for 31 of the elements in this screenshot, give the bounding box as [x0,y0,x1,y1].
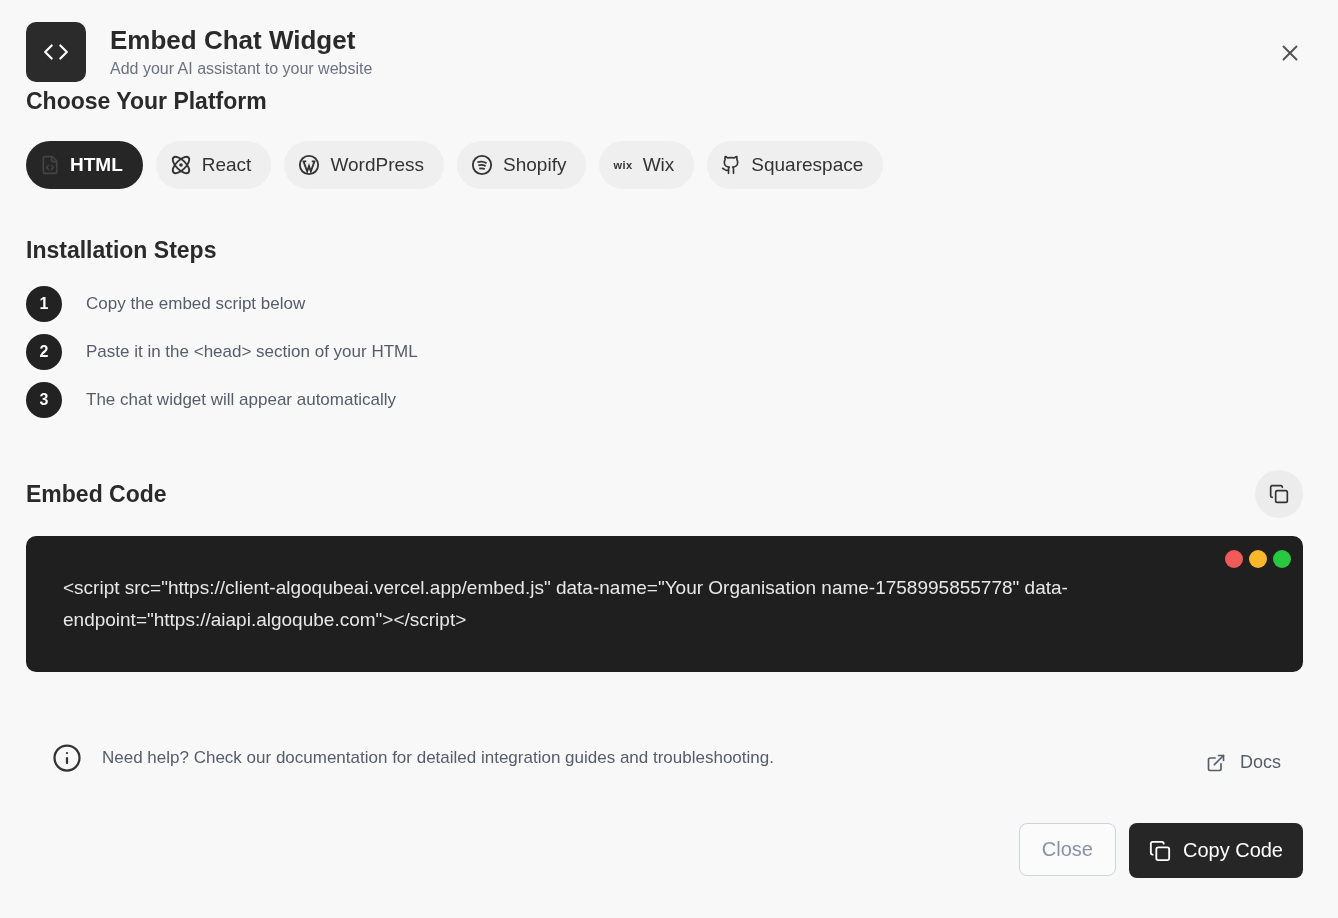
step-number: 3 [26,382,62,418]
wordpress-icon [298,154,321,176]
copy-icon [1148,839,1171,862]
section-title: Choose Your Platform [26,88,268,115]
platform-tab[interactable]: Shopify [457,141,587,189]
platform-tab[interactable]: HTML [26,141,143,189]
external-link-icon [1206,752,1226,773]
dialog-subtitle: Add your AI assistant to your website [110,60,373,78]
step-text: Paste it in the <head> section of your HTML [86,342,418,362]
step-number: 2 [26,334,62,370]
section-title: Installation Steps [26,237,218,264]
copy-icon[interactable] [1255,470,1303,518]
file-code-icon [40,155,60,175]
step-text: The chat widget will appear automatically [86,390,396,410]
docs-link[interactable]: Docs [1206,752,1281,773]
copy-code-button[interactable]: Copy Code [1128,823,1303,878]
embed-code: <script src="https://client-algoqubeai.vercel.app/embed.js" data-name="Your Organisation name-1758995855778" data-endpoint="https://aiapi.algoqube.com"></script> [63,576,1069,632]
section-title: Embed Code [26,480,167,508]
platform-tab[interactable]: React [155,141,272,189]
atom-icon [169,154,192,176]
wix-icon: wix [613,159,633,171]
platform-tab[interactable]: Squarespace [707,141,884,189]
info-icon [52,742,82,773]
wifi-circle-icon [471,154,494,176]
code-logo [26,22,86,82]
step-text: Copy the embed script below [86,294,306,314]
help-text: Need help? Check our documentation for detailed integration guides and troubleshooting. [102,747,774,768]
platform-tab[interactable]: WordPress [284,141,445,189]
step-number: 1 [26,286,62,322]
platform-tab[interactable]: wix Wix [599,141,695,189]
dialog-title: Embed Chat Widget [110,25,357,56]
